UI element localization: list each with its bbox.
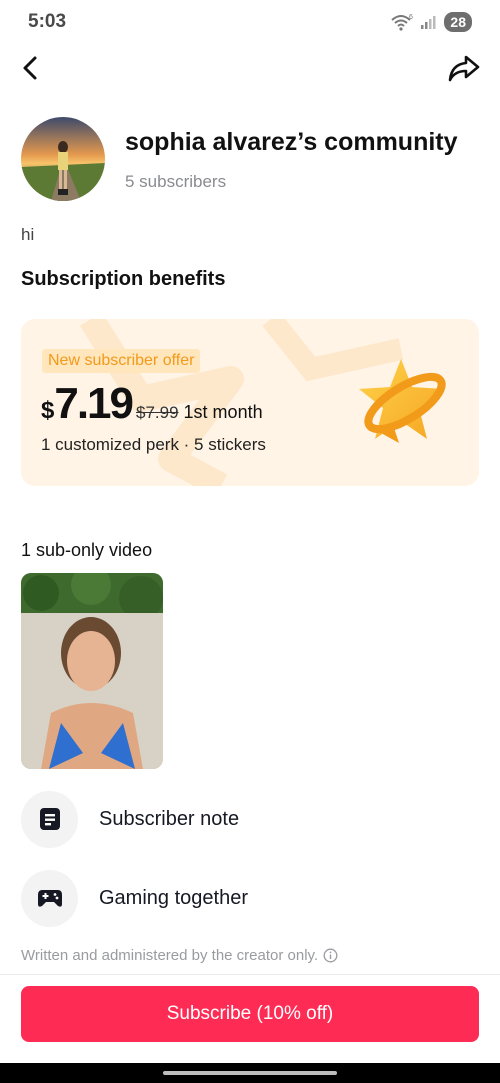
system-nav-bar	[0, 1063, 500, 1083]
status-icons: 6 28	[390, 12, 472, 32]
chevron-left-icon[interactable]	[16, 52, 48, 84]
svg-text:6: 6	[409, 14, 413, 21]
status-time: 5:03	[28, 11, 67, 32]
original-price: $7.99	[136, 403, 179, 422]
avatar[interactable]	[21, 117, 105, 201]
share-arrow-icon[interactable]	[446, 52, 482, 84]
sub-only-video-thumbnail[interactable]	[21, 573, 163, 769]
info-icon[interactable]	[323, 948, 338, 963]
offer-perks: 1 customized perk · 5 stickers	[41, 435, 266, 454]
star-orbit-icon	[359, 359, 446, 443]
subscriber-offer-card[interactable]: New subscriber offer $ 7.19 $7.99 1st mo…	[21, 319, 479, 486]
benefit-label: Subscriber note	[99, 807, 240, 830]
benefit-item-gaming-together[interactable]: Gaming together	[21, 869, 479, 927]
divider	[0, 974, 500, 975]
community-bio: hi	[21, 225, 35, 244]
subscription-benefits-title: Subscription benefits	[21, 268, 226, 290]
note-icon	[21, 790, 78, 848]
signal-icon	[421, 16, 436, 29]
home-indicator[interactable]	[163, 1071, 337, 1075]
wifi-icon: 6	[391, 14, 413, 31]
gamepad-icon	[21, 869, 78, 927]
sub-only-videos-label: 1 sub-only video	[21, 540, 153, 560]
benefit-label: Gaming together	[99, 886, 248, 909]
subscribe-button[interactable]: Subscribe (10% off)	[21, 986, 479, 1042]
subscriber-count: 5 subscribers	[125, 172, 227, 191]
community-name: sophia alvarez’s community	[125, 128, 458, 156]
creator-disclaimer: Written and administered by the creator …	[21, 947, 338, 964]
price-row: $ 7.19 $7.99 1st month	[41, 379, 263, 429]
currency-symbol: $	[41, 397, 55, 424]
battery-indicator: 28	[444, 12, 472, 32]
status-bar: 5:03 6 28	[0, 0, 500, 44]
new-subscriber-offer-badge: New subscriber offer	[42, 349, 201, 373]
offer-period: 1st month	[183, 402, 263, 422]
offer-price: 7.19	[54, 379, 134, 428]
benefit-item-subscriber-note[interactable]: Subscriber note	[21, 790, 479, 848]
disclaimer-text: Written and administered by the creator …	[21, 947, 319, 964]
